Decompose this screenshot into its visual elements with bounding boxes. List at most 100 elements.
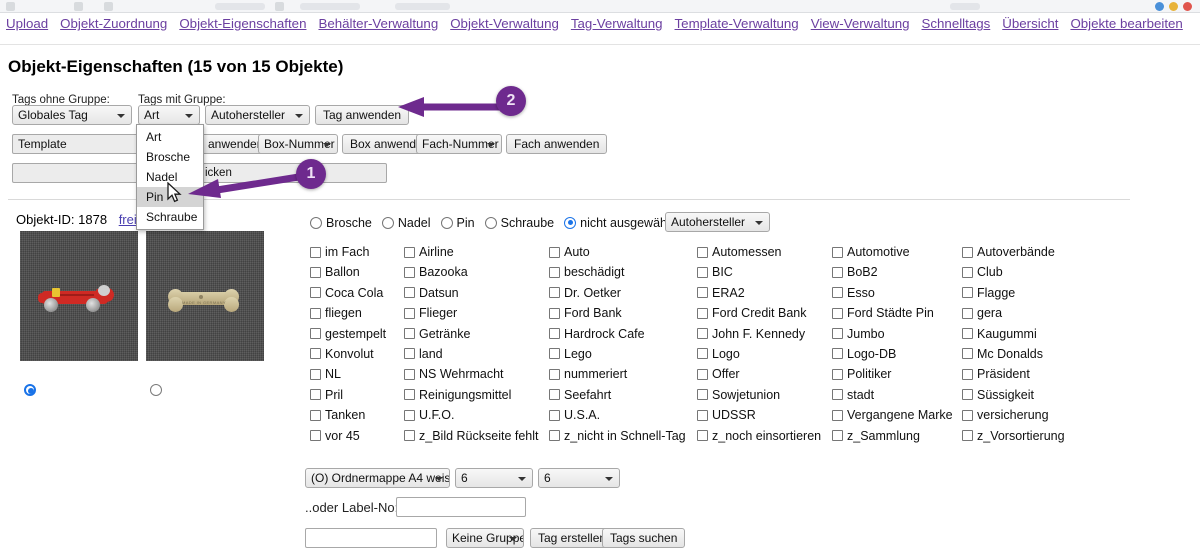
checkbox-box[interactable] [832,409,843,421]
checkbox-item[interactable]: Vergangene Marke [832,408,962,422]
checkbox-box[interactable] [404,368,415,380]
checkbox-item[interactable]: fliegen [310,306,404,320]
checkbox-item[interactable]: Mc Donalds [962,347,1190,361]
type-group-select[interactable]: Autohersteller [665,212,770,232]
checkbox-box[interactable] [697,389,708,401]
checkbox-box[interactable] [962,287,973,299]
type-radio-pin[interactable]: Pin [440,216,475,230]
apply-tag-button[interactable]: Tag anwenden [315,105,410,125]
checkbox-item[interactable]: Bazooka [404,265,549,279]
extension-icon[interactable] [275,2,284,11]
checkbox-box[interactable] [697,348,708,360]
box-number-select[interactable]: Box-Nummer [258,134,338,154]
tag-in-group-select[interactable]: Autohersteller [205,105,310,125]
checkbox-item[interactable]: NS Wehrmacht [404,367,549,381]
checkbox-box[interactable] [549,368,560,380]
checkbox-item[interactable]: versicherung [962,408,1190,422]
checkbox-item[interactable]: beschädigt [549,265,697,279]
checkbox-item[interactable]: Datsun [404,286,549,300]
checkbox-box[interactable] [310,246,321,258]
checkbox-box[interactable] [404,307,415,319]
checkbox-box[interactable] [962,348,973,360]
tags-no-group-select[interactable]: Globales Tag [12,105,132,125]
checkbox-item[interactable]: gestempelt [310,327,404,341]
checkbox-box[interactable] [404,287,415,299]
checkbox-box[interactable] [549,287,560,299]
checkbox-box[interactable] [962,409,973,421]
checkbox-item[interactable]: Politiker [832,367,962,381]
dropdown-item-brosche[interactable]: Brosche [137,147,203,167]
type-radio-brosche[interactable]: Brosche [310,216,372,230]
checkbox-box[interactable] [832,246,843,258]
image-radio-back[interactable] [150,384,162,396]
checkbox-box[interactable] [832,307,843,319]
checkbox-item[interactable]: Auto [549,245,697,259]
checkbox-item[interactable]: Automotive [832,245,962,259]
checkbox-box[interactable] [697,287,708,299]
checkbox-box[interactable] [310,430,321,442]
checkbox-item[interactable]: Kaugummi [962,327,1190,341]
checkbox-item[interactable]: Ballon [310,265,404,279]
checkbox-item[interactable]: Autoverbände [962,245,1190,259]
checkbox-item[interactable]: U.F.O. [404,408,549,422]
checkbox-box[interactable] [404,348,415,360]
reload-icon[interactable] [104,2,113,11]
checkbox-box[interactable] [549,348,560,360]
checkbox-item[interactable]: Reinigungsmittel [404,388,549,402]
checkbox-item[interactable]: z_Sammlung [832,429,962,443]
type-radio-schraube[interactable]: Schraube [484,216,554,230]
checkbox-box[interactable] [697,307,708,319]
checkbox-box[interactable] [962,368,973,380]
checkbox-box[interactable] [549,430,560,442]
bookmark-icon[interactable] [74,2,83,11]
checkbox-item[interactable]: nummeriert [549,367,697,381]
checkbox-box[interactable] [404,246,415,258]
checkbox-item[interactable]: Ford Bank [549,306,697,320]
checkbox-item[interactable]: Coca Cola [310,286,404,300]
checkbox-box[interactable] [832,328,843,340]
checkbox-item[interactable]: stadt [832,388,962,402]
checkbox-box[interactable] [404,266,415,278]
checkbox-item[interactable]: NL [310,367,404,381]
checkbox-box[interactable] [697,266,708,278]
checkbox-item[interactable]: gera [962,306,1190,320]
search-tags-button[interactable]: Tags suchen [602,528,686,548]
nav-link-objekte-bearbeiten[interactable]: Objekte bearbeiten [1070,15,1182,33]
checkbox-box[interactable] [962,430,973,442]
checkbox-item[interactable]: z_noch einsortieren [697,429,832,443]
window-controls-fragment[interactable] [950,3,980,10]
checkbox-box[interactable] [310,389,321,401]
checkbox-box[interactable] [310,409,321,421]
checkbox-item[interactable]: Flagge [962,286,1190,300]
type-radio-nadel[interactable]: Nadel [381,216,431,230]
checkbox-item[interactable]: Konvolut [310,347,404,361]
checkbox-box[interactable] [310,368,321,380]
checkbox-item[interactable]: Tanken [310,408,404,422]
fach-apply-button[interactable]: Fach anwenden [506,134,608,154]
checkbox-box[interactable] [310,287,321,299]
checkbox-item[interactable]: z_Vorsortierung [962,429,1190,443]
checkbox-item[interactable]: Sowjetunion [697,388,832,402]
checkbox-item[interactable]: Getränke [404,327,549,341]
label-no-input[interactable] [396,497,526,517]
checkbox-item[interactable]: Logo [697,347,832,361]
checkbox-box[interactable] [549,266,560,278]
back-icon[interactable] [6,2,15,11]
checkbox-box[interactable] [549,409,560,421]
checkbox-box[interactable] [832,287,843,299]
checkbox-box[interactable] [697,430,708,442]
label-column-select[interactable]: 6 [538,468,620,488]
checkbox-box[interactable] [962,246,973,258]
checkbox-item[interactable]: Hardrock Cafe [549,327,697,341]
checkbox-item[interactable]: BoB2 [832,265,962,279]
label-row-select[interactable]: 6 [455,468,533,488]
checkbox-item[interactable]: im Fach [310,245,404,259]
object-image-front[interactable] [20,231,138,361]
checkbox-box[interactable] [962,307,973,319]
fach-number-select[interactable]: Fach-Nummer [416,134,502,154]
nav-link-view-verwaltung[interactable]: View-Verwaltung [811,15,910,33]
folder-template-select[interactable]: (O) Ordnermappe A4 weiss [305,468,450,488]
type-radio-nicht-ausgewaehlt[interactable]: nicht ausgewählt [564,216,673,230]
checkbox-item[interactable]: Offer [697,367,832,381]
checkbox-item[interactable]: Ford Credit Bank [697,306,832,320]
